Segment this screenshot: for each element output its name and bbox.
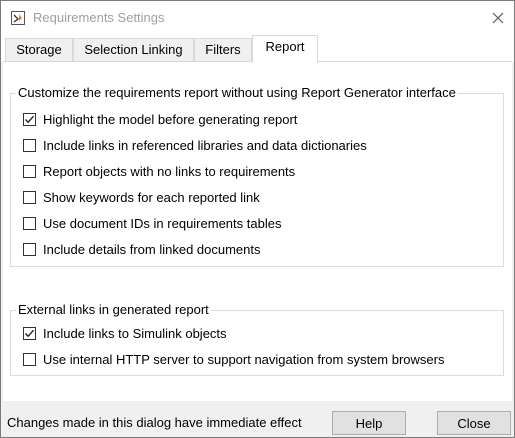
- report-tab-panel: Customize the requirements report withou…: [3, 61, 512, 401]
- option-label: Use internal HTTP server to support navi…: [43, 351, 445, 367]
- title-bar: Requirements Settings: [1, 1, 514, 34]
- option-highlight-model[interactable]: Highlight the model before generating re…: [23, 111, 297, 127]
- option-include-simulink-links[interactable]: Include links to Simulink objects: [23, 325, 227, 341]
- option-label: Use document IDs in requirements tables: [43, 215, 282, 231]
- requirements-app-icon: [11, 11, 25, 25]
- report-options-group: Customize the requirements report withou…: [10, 85, 504, 267]
- checkbox-include-linked-details[interactable]: [23, 242, 36, 256]
- checkbox-highlight-model[interactable]: [23, 112, 36, 126]
- checkbox-use-document-ids[interactable]: [23, 216, 36, 230]
- checkbox-include-simulink-links[interactable]: [23, 326, 36, 340]
- option-use-document-ids[interactable]: Use document IDs in requirements tables: [23, 215, 281, 231]
- option-label: Report objects with no links to requirem…: [43, 163, 296, 179]
- option-include-linked-details[interactable]: Include details from linked documents: [23, 241, 261, 257]
- option-label: Include links to Simulink objects: [43, 325, 227, 341]
- tab-storage[interactable]: Storage: [5, 38, 73, 62]
- checkmark-icon: [25, 115, 35, 123]
- option-label: Include links in referenced libraries an…: [43, 137, 367, 153]
- option-include-referenced-libraries[interactable]: Include links in referenced libraries an…: [23, 137, 367, 153]
- external-links-legend: External links in generated report: [16, 302, 211, 318]
- option-label: Include details from linked documents: [43, 241, 261, 257]
- option-show-keywords[interactable]: Show keywords for each reported link: [23, 189, 260, 205]
- tab-report[interactable]: Report: [252, 35, 318, 63]
- tab-filters[interactable]: Filters: [194, 38, 252, 62]
- option-label: Show keywords for each reported link: [43, 189, 260, 205]
- external-links-group: External links in generated report Inclu…: [10, 302, 504, 376]
- requirements-settings-dialog: Requirements Settings Storage Selection …: [0, 0, 515, 438]
- checkbox-include-referenced-libraries[interactable]: [23, 138, 36, 152]
- checkmark-icon: [25, 329, 35, 337]
- close-button[interactable]: Close: [437, 411, 511, 435]
- tab-strip: Storage Selection Linking Filters Report: [1, 34, 514, 63]
- checkbox-internal-http-server[interactable]: [23, 352, 36, 366]
- option-internal-http-server[interactable]: Use internal HTTP server to support navi…: [23, 351, 444, 367]
- checkbox-show-keywords[interactable]: [23, 190, 36, 204]
- close-icon[interactable]: [490, 10, 506, 26]
- tab-selection-linking[interactable]: Selection Linking: [73, 38, 194, 62]
- option-label: Highlight the model before generating re…: [43, 111, 298, 127]
- status-message: Changes made in this dialog have immedia…: [7, 415, 302, 430]
- option-report-unlinked-objects[interactable]: Report objects with no links to requirem…: [23, 163, 295, 179]
- report-options-legend: Customize the requirements report withou…: [16, 85, 458, 101]
- help-button[interactable]: Help: [332, 411, 406, 435]
- window-title: Requirements Settings: [33, 10, 165, 25]
- checkbox-report-unlinked-objects[interactable]: [23, 164, 36, 178]
